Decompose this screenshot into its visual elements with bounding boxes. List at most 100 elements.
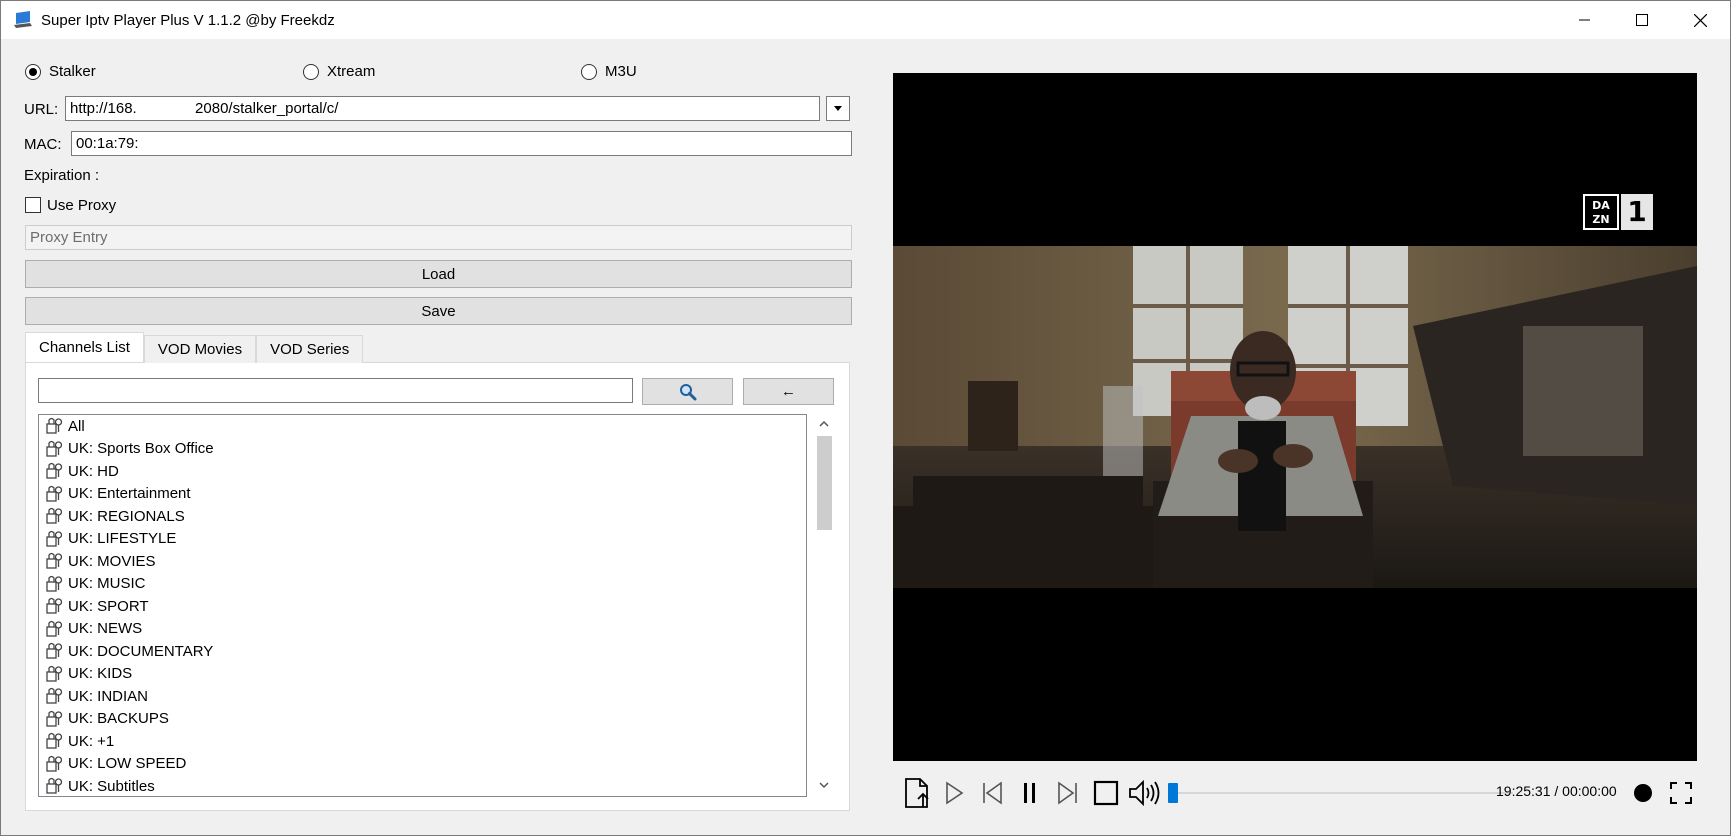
- channel-group-label: UK: BACKUPS: [68, 710, 169, 728]
- scroll-thumb[interactable]: [817, 436, 832, 530]
- url-label: URL:: [24, 101, 59, 118]
- channel-group-item[interactable]: UK: HD: [39, 460, 806, 483]
- channel-group-label: UK: SPORT: [68, 597, 149, 615]
- channel-groups-list[interactable]: All UK: Sports Box Office UK: HD UK: Entert…: [38, 414, 807, 797]
- channel-group-item[interactable]: UK: Subtitles: [39, 775, 806, 796]
- time-display: 19:25:31 / 00:00:00: [1496, 783, 1617, 799]
- channel-group-item[interactable]: UK: LOW SPEED: [39, 753, 806, 776]
- pause-button[interactable]: [1015, 775, 1045, 811]
- play-icon: [946, 781, 964, 805]
- group-folder-icon: [45, 440, 63, 458]
- channel-group-item[interactable]: UK: LIFESTYLE: [39, 528, 806, 551]
- logo-brand-bottom: ZN: [1592, 213, 1610, 226]
- radio-stalker[interactable]: Stalker: [25, 63, 96, 80]
- seek-thumb[interactable]: [1168, 783, 1178, 803]
- group-folder-icon: [45, 710, 63, 728]
- channel-group-item[interactable]: UK: Sports Box Office: [39, 438, 806, 461]
- channel-group-item[interactable]: UK: BACKUPS: [39, 708, 806, 731]
- mac-field[interactable]: 00:1a:79:: [71, 131, 852, 156]
- tab-vod-movies[interactable]: VOD Movies: [143, 335, 257, 363]
- window-title: Super Iptv Player Plus V 1.1.2 @by Freek…: [41, 11, 335, 29]
- channel-group-label: UK: Sports Box Office: [68, 440, 214, 458]
- open-file-button[interactable]: [900, 775, 934, 811]
- pause-icon: [1024, 783, 1035, 803]
- load-button[interactable]: Load: [25, 260, 852, 288]
- tab-channels-list[interactable]: Channels List: [25, 332, 144, 362]
- channel-group-item[interactable]: UK: NEWS: [39, 618, 806, 641]
- next-button[interactable]: [1053, 775, 1083, 811]
- channel-group-label: UK: MUSIC: [68, 575, 146, 593]
- channel-group-item[interactable]: UK: MUSIC: [39, 573, 806, 596]
- channel-group-label: All: [68, 417, 85, 435]
- back-button[interactable]: ←: [743, 378, 834, 405]
- channel-group-label: UK: KIDS: [68, 665, 133, 683]
- channel-group-label: UK: NEWS: [68, 620, 143, 638]
- channel-group-item[interactable]: UK: MOVIES: [39, 550, 806, 573]
- list-scrollbar[interactable]: [813, 414, 835, 797]
- minimize-button[interactable]: [1556, 1, 1614, 39]
- volume-button[interactable]: [1127, 775, 1163, 811]
- group-folder-icon: [45, 575, 63, 593]
- channel-group-label: UK: INDIAN: [68, 687, 149, 705]
- save-button[interactable]: Save: [25, 297, 852, 325]
- channel-group-item[interactable]: UK: Entertainment: [39, 483, 806, 506]
- radio-stalker-indicator[interactable]: [25, 63, 41, 80]
- radio-m3u[interactable]: M3U: [581, 63, 637, 80]
- search-icon: [679, 383, 696, 400]
- url-history-dropdown[interactable]: [826, 96, 850, 121]
- group-folder-icon: [45, 485, 63, 503]
- skip-previous-icon: [983, 781, 1002, 805]
- proxy-entry-field[interactable]: Proxy Entry: [25, 225, 852, 250]
- seek-bar[interactable]: [1173, 792, 1513, 794]
- skip-next-icon: [1058, 781, 1077, 805]
- channel-group-item[interactable]: UK: REGIONALS: [39, 505, 806, 528]
- group-folder-icon: [45, 665, 63, 683]
- channel-group-label: UK: Entertainment: [68, 485, 191, 503]
- radio-xtream-indicator[interactable]: [303, 63, 319, 80]
- expiration-label: Expiration :: [24, 167, 100, 184]
- url-field[interactable]: http://168. 2080/stalker_portal/c/: [65, 96, 820, 121]
- mac-label: MAC:: [24, 136, 62, 153]
- video-frame: [893, 246, 1697, 588]
- fullscreen-button[interactable]: [1665, 775, 1697, 811]
- stop-button[interactable]: [1090, 775, 1122, 811]
- radio-stalker-label: Stalker: [49, 63, 96, 80]
- radio-m3u-indicator[interactable]: [581, 63, 597, 80]
- group-folder-icon: [45, 462, 63, 480]
- channel-group-label: UK: HD: [68, 462, 119, 480]
- search-input[interactable]: [38, 378, 633, 403]
- group-folder-icon: [45, 777, 63, 795]
- group-folder-icon: [45, 552, 63, 570]
- record-button[interactable]: [1630, 775, 1656, 811]
- group-folder-icon: [45, 755, 63, 773]
- channel-group-label: UK: Subtitles: [68, 777, 155, 795]
- scroll-up-icon[interactable]: [819, 420, 829, 428]
- use-proxy-label: Use Proxy: [47, 197, 117, 214]
- group-folder-icon: [45, 507, 63, 525]
- video-player[interactable]: DA ZN 1: [893, 73, 1697, 761]
- play-button[interactable]: [939, 775, 969, 811]
- search-button[interactable]: [642, 378, 733, 405]
- app-laptop-icon: [13, 11, 33, 29]
- previous-button[interactable]: [977, 775, 1007, 811]
- channel-group-item[interactable]: All: [39, 415, 806, 438]
- close-button[interactable]: [1671, 1, 1729, 39]
- content-tabs: Channels List VOD Movies VOD Series: [25, 332, 364, 363]
- channel-group-item[interactable]: UK: INDIAN: [39, 685, 806, 708]
- group-folder-icon: [45, 642, 63, 660]
- channel-group-item[interactable]: UK: +1: [39, 730, 806, 753]
- channel-group-item[interactable]: UK: KIDS: [39, 663, 806, 686]
- chevron-down-icon: [834, 105, 842, 111]
- channel-group-item[interactable]: UK: DOCUMENTARY: [39, 640, 806, 663]
- tab-vod-series[interactable]: VOD Series: [256, 335, 364, 363]
- radio-xtream[interactable]: Xtream: [303, 63, 375, 80]
- use-proxy-checkbox[interactable]: [25, 197, 41, 213]
- channel-group-item[interactable]: UK: SPORT: [39, 595, 806, 618]
- channel-group-label: UK: DOCUMENTARY: [68, 642, 214, 660]
- scroll-down-icon[interactable]: [819, 781, 829, 789]
- fullscreen-icon: [1670, 782, 1692, 804]
- group-folder-icon: [45, 530, 63, 548]
- channel-group-label: UK: LOW SPEED: [68, 755, 187, 773]
- channel-logo: DA ZN 1: [1583, 194, 1659, 230]
- maximize-button[interactable]: [1613, 1, 1671, 39]
